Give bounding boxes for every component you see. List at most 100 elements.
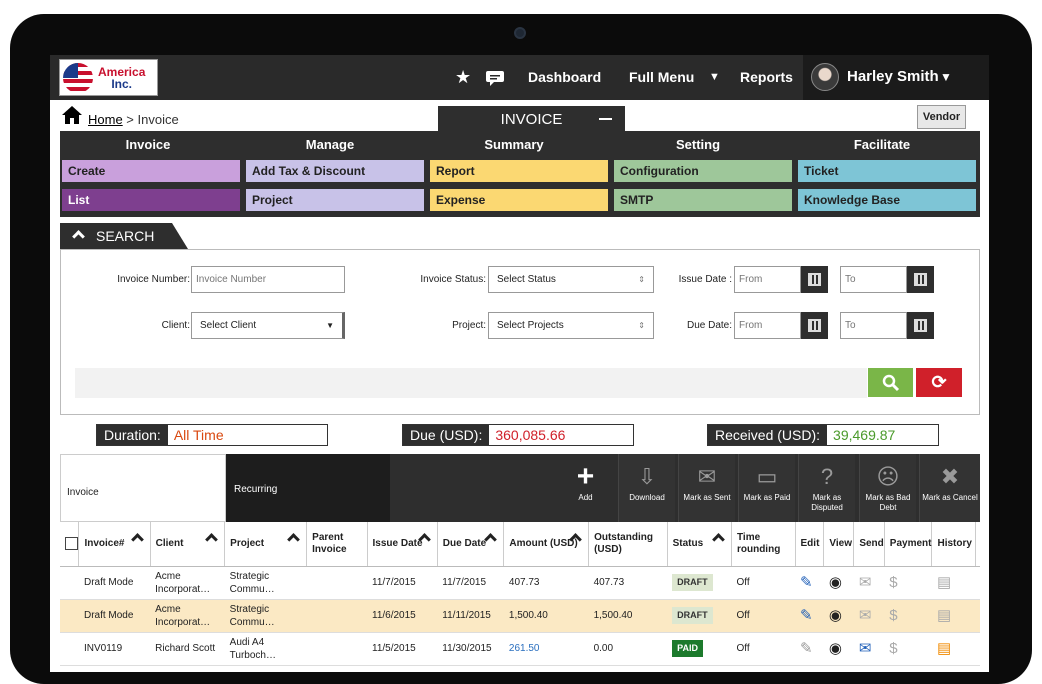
table-row[interactable]: Draft Mode Acme Incorporat… Strategic Co… xyxy=(60,599,980,633)
history-clipboard-icon[interactable]: ▤ xyxy=(937,575,951,590)
menu-item-create[interactable]: Create xyxy=(62,160,240,182)
issue-date: 11/7/2015 xyxy=(367,566,438,600)
select-all-checkbox[interactable] xyxy=(60,522,80,567)
invoice-number[interactable]: Draft Mode xyxy=(78,599,151,633)
due-date-to-input[interactable] xyxy=(840,312,907,339)
nav-full-menu[interactable]: Full Menu xyxy=(629,69,694,85)
status-badge: DRAFT xyxy=(672,607,713,624)
edit-pencil-icon[interactable]: ✎ xyxy=(800,608,813,623)
sort-icon[interactable] xyxy=(287,533,301,546)
menu-item-configuration[interactable]: Configuration xyxy=(614,160,792,182)
company-logo[interactable]: America Inc. xyxy=(59,59,158,96)
menu-item-smtp[interactable]: SMTP xyxy=(614,189,792,211)
invoice-number[interactable]: Draft Mode xyxy=(78,566,151,600)
eye-icon[interactable]: ◉ xyxy=(829,608,842,623)
chat-icon[interactable] xyxy=(486,69,506,92)
mark-as-cancel-button[interactable]: ✖ Mark as Cancel xyxy=(919,454,980,522)
calendar-icon[interactable] xyxy=(907,312,934,339)
invoice-number[interactable]: INV0119 xyxy=(78,632,151,666)
sort-icon[interactable] xyxy=(484,533,498,546)
dollar-icon[interactable]: $ xyxy=(889,641,897,656)
received-value: 39,469.87 xyxy=(833,427,896,443)
download-button[interactable]: ⇩ Download xyxy=(618,454,675,522)
due-date-from-input[interactable] xyxy=(734,312,801,339)
user-caret-icon: ▼ xyxy=(940,70,952,84)
amount[interactable]: 261.50 xyxy=(503,632,589,666)
col-amount[interactable]: Amount (USD) xyxy=(503,522,590,567)
search-action-bar xyxy=(75,368,867,398)
amount: 1,500.40 xyxy=(503,599,589,633)
status-badge: DRAFT xyxy=(672,574,713,591)
issue-date-to-input[interactable] xyxy=(840,266,907,293)
mark-as-sent-button[interactable]: ✉ Mark as Sent xyxy=(678,454,735,522)
nav-dashboard[interactable]: Dashboard xyxy=(528,69,601,85)
reset-button[interactable]: ⟳ xyxy=(916,368,962,397)
menu-item-knowledge-base[interactable]: Knowledge Base xyxy=(798,189,976,211)
menu-item-add-tax-discount[interactable]: Add Tax & Discount xyxy=(246,160,424,182)
sort-icon[interactable] xyxy=(130,533,144,546)
star-icon[interactable]: ★ xyxy=(455,67,471,88)
sort-icon[interactable] xyxy=(712,533,725,546)
envelope-icon[interactable]: ✉ xyxy=(859,641,872,656)
envelope-icon[interactable]: ✉ xyxy=(859,608,872,623)
breadcrumb: Home > Invoice xyxy=(88,112,179,127)
issue-date-from-input[interactable] xyxy=(734,266,801,293)
duration-label: Duration: xyxy=(97,425,168,445)
add-button[interactable]: + Add xyxy=(557,454,614,522)
tab-invoice[interactable]: Invoice xyxy=(60,454,226,522)
menu-item-expense[interactable]: Expense xyxy=(430,189,608,211)
invoice-number-input[interactable] xyxy=(191,266,345,293)
eye-icon[interactable]: ◉ xyxy=(829,641,842,656)
col-due-date[interactable]: Due Date xyxy=(437,522,505,567)
calendar-icon[interactable] xyxy=(801,266,828,293)
edit-pencil-icon[interactable]: ✎ xyxy=(800,575,813,590)
col-status[interactable]: Status xyxy=(667,522,732,567)
col-client[interactable]: Client xyxy=(150,522,226,567)
search-button[interactable] xyxy=(868,368,913,397)
menu-item-ticket[interactable]: Ticket xyxy=(798,160,976,182)
client: Acme Incorporat… xyxy=(150,566,225,600)
mark-as-disputed-button[interactable]: ? Mark as Disputed xyxy=(798,454,855,522)
envelope-icon[interactable]: ✉ xyxy=(859,575,872,590)
history-clipboard-icon[interactable]: ▤ xyxy=(937,641,951,656)
tab-recurring[interactable]: Recurring xyxy=(226,454,390,522)
user-name: Harley Smith xyxy=(847,68,939,85)
col-view: View xyxy=(823,522,855,567)
mark-as-paid-button[interactable]: ▭ Mark as Paid xyxy=(738,454,795,522)
menu-header-setting: Setting xyxy=(675,137,721,152)
invoice-section-tab[interactable]: INVOICE xyxy=(438,106,625,132)
home-icon[interactable] xyxy=(61,104,83,126)
calendar-icon[interactable] xyxy=(907,266,934,293)
edit-pencil-icon[interactable]: ✎ xyxy=(800,641,813,656)
collapse-icon[interactable] xyxy=(599,118,612,120)
col-issue-date[interactable]: Issue Date xyxy=(367,522,438,567)
history-clipboard-icon[interactable]: ▤ xyxy=(937,608,951,623)
menu-item-list[interactable]: List xyxy=(62,189,240,211)
eye-icon[interactable]: ◉ xyxy=(829,575,842,590)
paper-plane-icon: ✉ xyxy=(697,464,717,489)
invoice-status-select[interactable]: Select Status ⇕ xyxy=(488,266,654,293)
mark-as-bad-debt-button[interactable]: ☹ Mark as Bad Debt xyxy=(859,454,916,522)
user-menu[interactable]: Harley Smith ▼ xyxy=(803,55,989,100)
menu-item-report[interactable]: Report xyxy=(430,160,608,182)
breadcrumb-home[interactable]: Home xyxy=(88,112,123,127)
sort-icon[interactable] xyxy=(205,533,219,546)
calendar-icon[interactable] xyxy=(801,312,828,339)
menu-item-project[interactable]: Project xyxy=(246,189,424,211)
status-badge: PAID xyxy=(672,640,703,657)
search-toggle[interactable]: SEARCH xyxy=(60,223,188,249)
dollar-icon[interactable]: $ xyxy=(889,575,897,590)
col-project[interactable]: Project xyxy=(224,522,308,567)
menu-header-facilitate: Facilitate xyxy=(853,137,911,152)
parent-invoice xyxy=(306,566,367,600)
col-invoice-number[interactable]: Invoice# xyxy=(78,522,151,567)
dollar-icon[interactable]: $ xyxy=(889,608,897,623)
duration-value: All Time xyxy=(173,427,224,443)
full-menu-caret-icon[interactable]: ▼ xyxy=(709,71,720,83)
project-select[interactable]: Select Projects ⇕ xyxy=(488,312,654,339)
table-row[interactable]: Draft Mode Acme Incorporat… Strategic Co… xyxy=(60,566,980,600)
nav-reports[interactable]: Reports xyxy=(740,69,793,85)
vendor-button[interactable]: Vendor xyxy=(917,105,966,129)
table-row[interactable]: INV0119 Richard Scott Audi A4 Turboch… 1… xyxy=(60,632,980,666)
client-select[interactable]: Select Client ▼ xyxy=(191,312,345,339)
